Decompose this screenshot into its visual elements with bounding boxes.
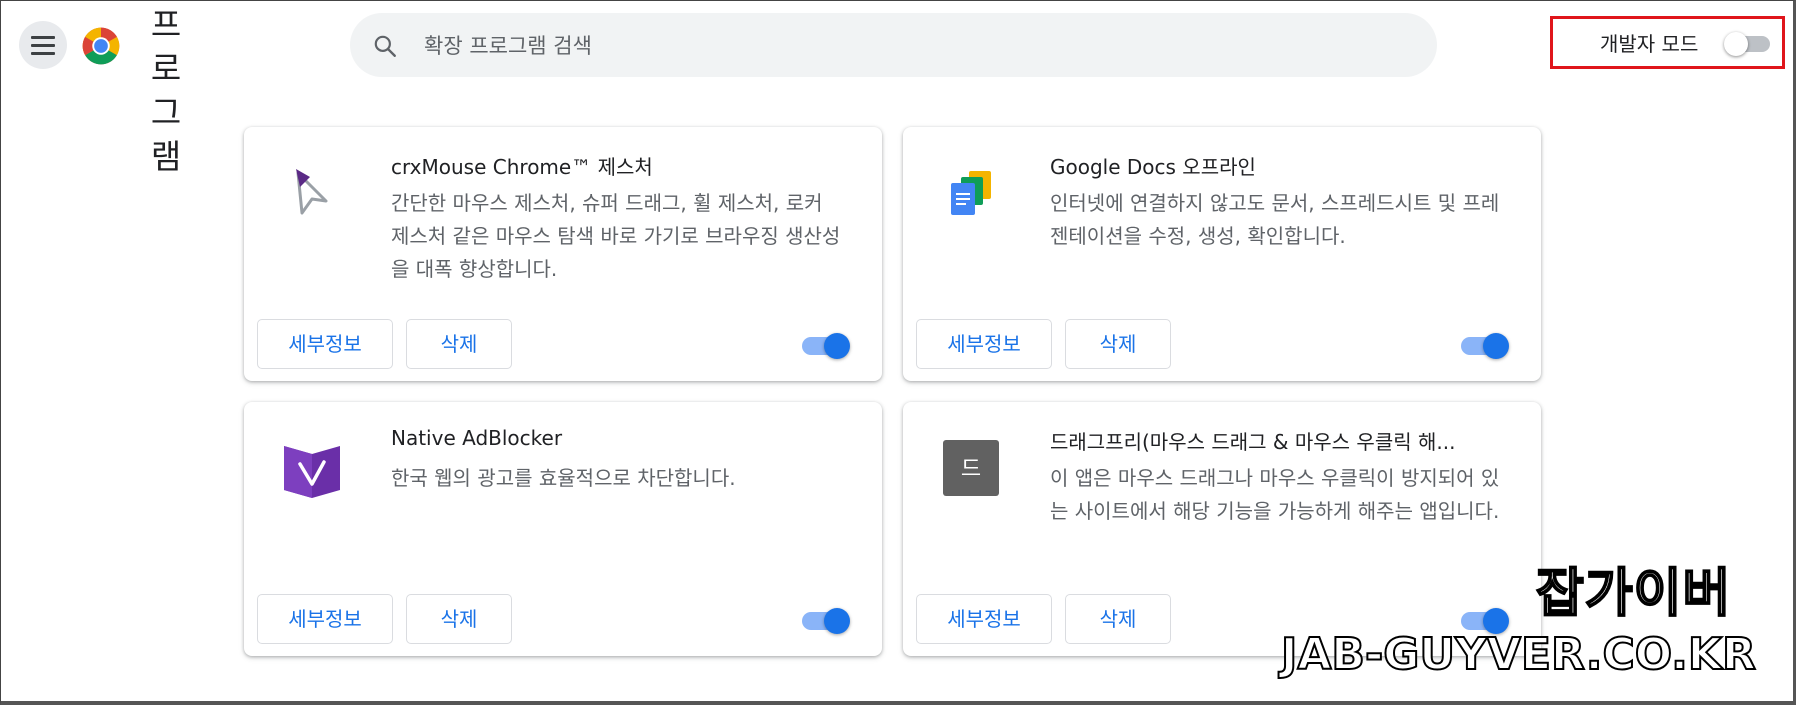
extension-name: Native AdBlocker — [391, 426, 563, 450]
page-title-char: 로 — [150, 49, 182, 88]
page-title: 프 로 그 램 — [146, 3, 186, 179]
extension-description: 한국 웹의 광고를 효율적으로 차단합니다. — [391, 466, 736, 490]
dragfree-app-icon: 드 — [943, 440, 999, 496]
chrome-logo-icon — [82, 27, 120, 65]
watermark-url: JAB-GUYVER.CO.KR — [1280, 628, 1757, 681]
search-input[interactable] — [422, 13, 1376, 79]
details-button[interactable]: 세부정보 — [916, 594, 1052, 644]
details-button[interactable]: 세부정보 — [916, 319, 1052, 369]
extension-name: crxMouse Chrome™ 제스처 — [391, 155, 653, 179]
extension-name: 드래그프리(마우스 드래그 & 마우스 우클릭 해... — [1050, 430, 1456, 454]
extension-card: 드 드래그프리(마우스 드래그 & 마우스 우클릭 해... 이 앱은 마우스 … — [903, 402, 1541, 656]
dragfree-icon-text: 드 — [961, 457, 981, 482]
remove-button[interactable]: 삭제 — [406, 319, 512, 369]
watermark-korean: 잡가이버 — [1535, 563, 1732, 625]
remove-button[interactable]: 삭제 — [1065, 319, 1171, 369]
details-button[interactable]: 세부정보 — [257, 319, 393, 369]
extension-card: Google Docs 오프라인 인터넷에 연결하지 않고도 문서, 스프레드시… — [903, 127, 1541, 381]
extension-description: 인터넷에 연결하지 않고도 문서, 스프레드시트 및 프레젠테이션을 수정, 생… — [1050, 191, 1500, 248]
page-title-char: 프 — [150, 5, 182, 44]
page-title-char: 그 — [150, 93, 182, 132]
extension-card: crxMouse Chrome™ 제스처 간단한 마우스 제스처, 슈퍼 드래그… — [244, 127, 882, 381]
extension-enable-toggle[interactable] — [800, 606, 852, 634]
extensions-page: 프 로 그 램 개발자 모드 crxMouse Chrome™ 제스처 간단한 … — [0, 0, 1796, 705]
extension-card: Native AdBlocker 한국 웹의 광고를 효율적으로 차단합니다. … — [244, 402, 882, 656]
google-docs-icon — [951, 171, 991, 215]
search-icon[interactable] — [372, 33, 398, 59]
extension-enable-toggle[interactable] — [800, 331, 852, 359]
adblocker-shield-icon — [284, 446, 340, 498]
search-bar[interactable] — [350, 13, 1437, 79]
developer-mode-label: 개발자 모드 — [1600, 32, 1699, 56]
mouse-pointer-icon — [296, 169, 328, 215]
extension-enable-toggle[interactable] — [1459, 331, 1511, 359]
hamburger-menu-icon[interactable] — [19, 21, 67, 69]
remove-button[interactable]: 삭제 — [1065, 594, 1171, 644]
extension-name: Google Docs 오프라인 — [1050, 155, 1256, 179]
details-button[interactable]: 세부정보 — [257, 594, 393, 644]
extension-description: 간단한 마우스 제스처, 슈퍼 드래그, 휠 제스처, 로커 제스처 같은 마우… — [391, 191, 841, 281]
extension-description: 이 앱은 마우스 드래그나 마우스 우클릭이 방지되어 있는 사이트에서 해당 … — [1050, 466, 1500, 523]
developer-mode-toggle[interactable] — [1724, 31, 1772, 56]
remove-button[interactable]: 삭제 — [406, 594, 512, 644]
developer-mode-control: 개발자 모드 — [1550, 16, 1785, 69]
page-title-char: 램 — [150, 137, 182, 176]
